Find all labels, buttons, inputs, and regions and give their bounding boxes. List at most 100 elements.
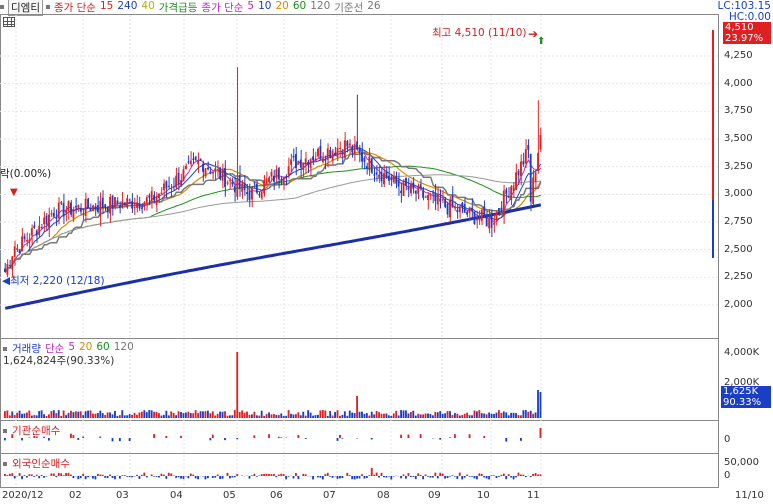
- volume-bar: [121, 410, 124, 418]
- inst-bar: [77, 438, 80, 440]
- volume-bar: [184, 412, 187, 418]
- volume-bar: [417, 413, 420, 418]
- volume-bar: [84, 411, 87, 418]
- volume-bar: [405, 410, 407, 418]
- date-axis-label: 2020/12: [2, 490, 44, 501]
- candle-body: [162, 183, 165, 191]
- surge-up-arrow-icon: ⬆: [537, 36, 546, 47]
- low-annotation-text: 최저 2,220 (12/18): [10, 275, 105, 287]
- candle-body: [13, 246, 16, 257]
- candle-body: [55, 217, 58, 219]
- candle-body: [38, 225, 41, 235]
- foreign-axis-top: 50,000: [724, 457, 759, 468]
- inst-bar: [483, 436, 486, 438]
- volume-bar: [206, 410, 209, 418]
- panel-frame: [0, 420, 719, 454]
- foreign-bar: [500, 474, 503, 476]
- candle-body: [341, 150, 344, 155]
- volume-bar: [321, 410, 324, 418]
- volume-bar: [38, 411, 41, 418]
- foreign-bar: [211, 476, 214, 478]
- foreign-bar: [422, 476, 425, 480]
- date-axis-label: 11: [527, 490, 540, 501]
- ma120-line: [4, 174, 541, 273]
- foreign-bar: [488, 476, 491, 480]
- volume-bar: [439, 411, 442, 418]
- candle-body: [33, 225, 36, 228]
- foreign-bar: [373, 474, 376, 476]
- volume-bar: [429, 414, 432, 418]
- foreign-bar: [478, 473, 481, 476]
- foreign-bar: [106, 476, 109, 479]
- candle-body: [529, 153, 532, 202]
- volume-bar: [214, 415, 217, 418]
- volume-bar: [197, 413, 200, 418]
- candle-body: [189, 160, 192, 165]
- inst-bar: [453, 434, 456, 438]
- candle-body: [365, 166, 368, 169]
- inst-bar: [118, 438, 121, 442]
- volume-bar: [228, 415, 231, 418]
- inst-bar: [165, 436, 168, 438]
- volume-bar: [473, 410, 476, 418]
- foreign-bar: [187, 476, 190, 479]
- volume-bar: [277, 415, 280, 418]
- inst-bar: [72, 435, 75, 438]
- candle-body: [118, 206, 121, 209]
- volume-bar: [361, 411, 363, 418]
- inst-bar: [21, 438, 23, 441]
- candle-body: [444, 199, 447, 208]
- foreign-bar: [407, 473, 410, 476]
- foreign-bar: [444, 476, 447, 479]
- volume-bar: [458, 415, 461, 418]
- foreign-legend: 외국인순매수: [3, 456, 70, 471]
- candle-body: [111, 196, 114, 209]
- candle-body: [224, 167, 226, 188]
- foreign-bar: [165, 476, 168, 479]
- date-axis-label: 07: [323, 490, 336, 501]
- candle-body: [380, 171, 383, 182]
- volume-bar: [226, 415, 229, 418]
- foreign-bar: [128, 476, 131, 478]
- price-chart[interactable]: [0, 0, 773, 504]
- candle-body: [96, 205, 99, 213]
- candle-body: [126, 197, 129, 208]
- candle-body: [409, 183, 412, 194]
- volume-bar: [488, 412, 491, 418]
- foreign-bar: [277, 474, 280, 476]
- foreign-label: 외국인순매수: [12, 458, 70, 470]
- foreign-bar: [23, 475, 26, 476]
- volume-bar: [74, 411, 77, 418]
- volume-bar: [172, 413, 175, 418]
- volume-bar: [422, 414, 425, 418]
- volume-bar: [478, 410, 481, 418]
- foreign-bar: [84, 476, 87, 480]
- candle-body: [18, 249, 21, 254]
- volume-bar: [8, 415, 11, 418]
- foreign-bar: [339, 476, 341, 479]
- candle-body: [48, 214, 50, 228]
- candle-body: [287, 166, 290, 176]
- foreign-bar: [497, 476, 500, 477]
- volume-legend-item[interactable]: 120: [114, 341, 134, 356]
- candle-body: [40, 227, 43, 229]
- volume-bar: [143, 410, 146, 418]
- candle-body: [233, 186, 236, 193]
- foreign-bar: [221, 476, 224, 479]
- volume-bar: [368, 415, 371, 418]
- inst-bar: [224, 438, 226, 441]
- low-arrow-icon: ◀: [2, 275, 11, 287]
- foreign-bar: [57, 472, 60, 476]
- date-axis-label: 06: [270, 490, 283, 501]
- foreign-bar: [35, 474, 38, 476]
- foreign-bar: [145, 476, 148, 478]
- candle-body: [172, 186, 175, 188]
- volume-bar: [231, 415, 234, 418]
- candle-body: [500, 207, 503, 213]
- foreign-bar: [6, 475, 9, 476]
- inst-bar: [280, 437, 283, 438]
- legend-square-icon: [3, 346, 7, 351]
- foreign-bar: [466, 474, 469, 476]
- volume-bar: [385, 413, 388, 418]
- date-axis-label: 02: [69, 490, 82, 501]
